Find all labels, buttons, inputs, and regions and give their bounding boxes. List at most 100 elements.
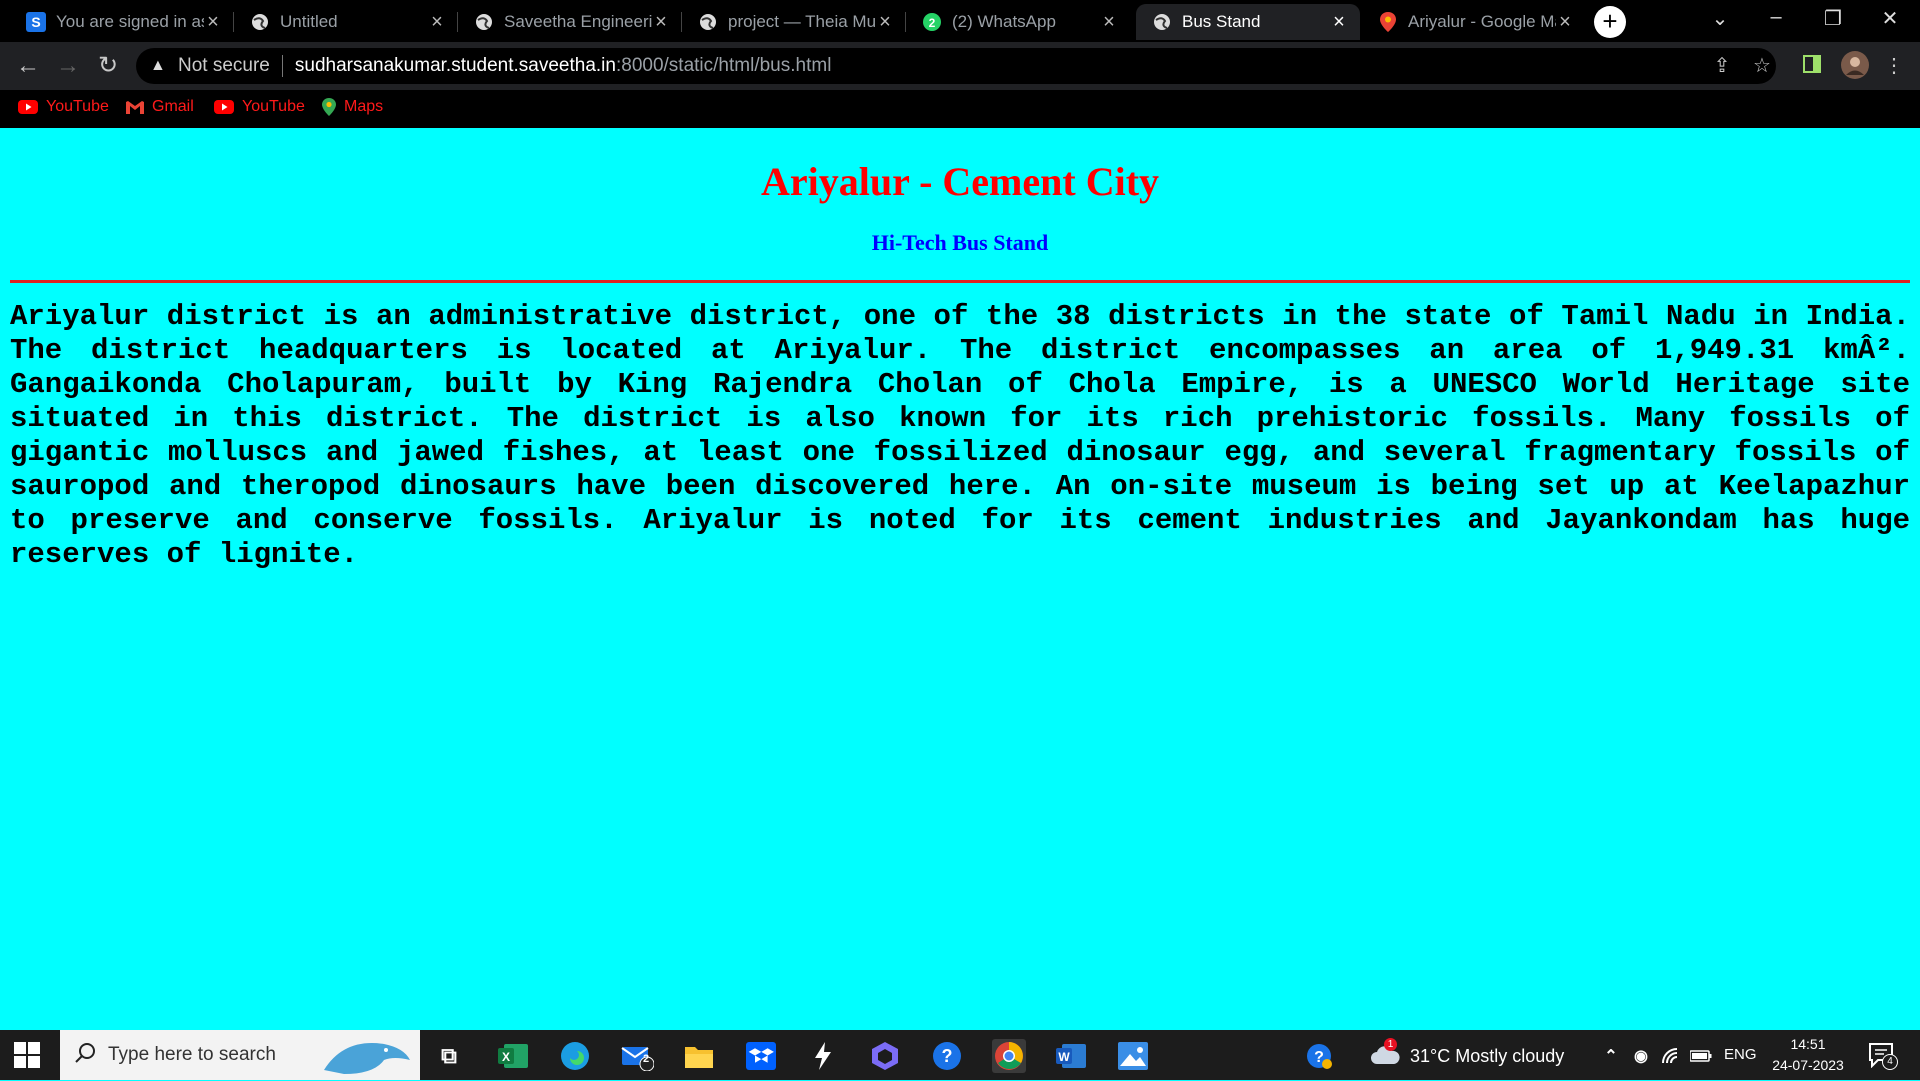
battery-icon[interactable] xyxy=(1684,1039,1718,1073)
page-title: Ariyalur - Cement City xyxy=(760,159,1160,204)
bookmark-label: YouTube xyxy=(46,98,109,115)
windows-taskbar: Type here to search ⧉ X 2 ? W ? 1 31°C M… xyxy=(0,1030,1920,1080)
mail-badge: 2 xyxy=(643,1053,650,1065)
close-icon[interactable]: × xyxy=(1330,11,1348,34)
warning-triangle-icon[interactable]: ▲ xyxy=(150,57,170,75)
wifi-icon[interactable] xyxy=(1654,1039,1688,1073)
side-panel-icon[interactable] xyxy=(1800,54,1824,78)
security-status[interactable]: Not secure xyxy=(178,55,270,77)
share-icon[interactable]: ⇪ xyxy=(1710,54,1734,78)
mail-icon[interactable]: 2 xyxy=(620,1039,654,1073)
windows-start-icon[interactable] xyxy=(14,1042,40,1068)
close-icon[interactable]: × xyxy=(204,11,222,34)
dropbox-icon[interactable] xyxy=(744,1039,778,1073)
close-icon[interactable]: × xyxy=(1100,11,1118,34)
tab-label: Saveetha Engineering xyxy=(504,12,652,31)
divider xyxy=(281,55,283,77)
forward-arrow-icon[interactable]: → xyxy=(54,52,82,80)
reload-icon[interactable]: ↻ xyxy=(94,52,122,80)
taskbar-search-input[interactable]: Type here to search xyxy=(60,1030,420,1080)
maps-pin-icon xyxy=(322,98,336,116)
close-icon[interactable]: × xyxy=(428,11,446,34)
bookmark-youtube-2[interactable]: YouTube xyxy=(214,98,305,116)
edge-icon[interactable] xyxy=(558,1039,592,1073)
whatsapp-icon: 2 xyxy=(922,12,942,32)
search-highlight-dolphin-icon xyxy=(314,1030,414,1081)
tab-untitled[interactable]: Untitled × xyxy=(234,4,458,40)
web-page: Ariyalur - Cement City Hi-Tech Bus Stand… xyxy=(0,128,1920,1030)
youtube-icon xyxy=(18,100,38,114)
tab-signed-in[interactable]: S You are signed in as 2 × xyxy=(10,4,234,40)
notification-center-icon[interactable]: 4 xyxy=(1868,1042,1898,1073)
svg-text:2: 2 xyxy=(929,16,936,30)
lightning-app-icon[interactable] xyxy=(806,1039,840,1073)
weather-badge: 1 xyxy=(1384,1038,1397,1051)
bookmark-maps[interactable]: Maps xyxy=(322,98,383,116)
address-bar[interactable]: ▲ Not secure sudharsanakumar.student.sav… xyxy=(136,48,1776,84)
bookmark-label: Maps xyxy=(344,98,384,115)
tab-google-maps[interactable]: Ariyalur - Google Ma × xyxy=(1362,4,1586,40)
globe-icon xyxy=(1152,12,1172,32)
weather-widget[interactable]: 1 31°C Mostly cloudy xyxy=(1370,1038,1565,1071)
browser-tab-bar: S You are signed in as 2 × Untitled × Sa… xyxy=(0,0,1920,42)
globe-icon xyxy=(250,12,270,32)
window-close-icon[interactable]: ✕ xyxy=(1870,6,1910,31)
district-description: Ariyalur district is an administrative d… xyxy=(10,300,1910,571)
s-logo-icon: S xyxy=(26,12,46,32)
svg-text:X: X xyxy=(502,1050,510,1064)
chrome-icon[interactable] xyxy=(992,1039,1026,1073)
restore-icon[interactable]: ❐ xyxy=(1813,6,1853,31)
url-path[interactable]: :8000/static/html/bus.html xyxy=(616,55,831,77)
tab-bus-stand[interactable]: Bus Stand × xyxy=(1136,4,1360,40)
tab-project-theia[interactable]: project — Theia Multi × xyxy=(682,4,906,40)
help-icon[interactable]: ? xyxy=(930,1039,964,1073)
clock-time: 14:51 xyxy=(1790,1036,1826,1052)
file-explorer-icon[interactable] xyxy=(682,1039,716,1073)
close-icon[interactable]: × xyxy=(1556,11,1574,34)
svg-text:S: S xyxy=(31,14,40,30)
language-indicator[interactable]: ENG xyxy=(1724,1046,1757,1063)
globe-icon xyxy=(474,12,494,32)
photos-icon[interactable] xyxy=(1116,1039,1150,1073)
minimize-icon[interactable]: – xyxy=(1756,6,1796,29)
tab-whatsapp[interactable]: 2 (2) WhatsApp × xyxy=(906,4,1130,40)
browser-toolbar: ← → ↻ ▲ Not secure sudharsanakumar.stude… xyxy=(0,42,1920,90)
avatar[interactable] xyxy=(1840,50,1870,80)
tab-label: Untitled xyxy=(280,12,338,31)
url-host[interactable]: sudharsanakumar.student.saveetha.in xyxy=(295,55,616,77)
back-arrow-icon[interactable]: ← xyxy=(14,52,42,80)
gmail-icon xyxy=(126,100,144,114)
clock-date: 24-07-2023 xyxy=(1772,1057,1844,1073)
horizontal-rule xyxy=(10,280,1910,283)
help-tray-icon[interactable]: ? xyxy=(1302,1039,1336,1073)
task-view-icon[interactable]: ⧉ xyxy=(432,1039,466,1073)
maps-pin-icon xyxy=(1378,12,1398,32)
tab-label: You are signed in as 2 xyxy=(56,12,204,31)
svg-text:W: W xyxy=(1058,1050,1070,1064)
tab-search-chevron-icon[interactable]: ⌄ xyxy=(1700,6,1740,31)
close-icon[interactable]: × xyxy=(652,11,670,34)
tab-label: Ariyalur - Google Ma xyxy=(1408,12,1556,31)
notification-count: 4 xyxy=(1882,1054,1898,1070)
word-icon[interactable]: W xyxy=(1054,1039,1088,1073)
new-tab-button[interactable]: + xyxy=(1594,6,1626,38)
close-icon[interactable]: × xyxy=(876,11,894,34)
chevron-up-icon[interactable]: ⌃ xyxy=(1594,1039,1628,1073)
tab-saveetha[interactable]: Saveetha Engineering × xyxy=(458,4,682,40)
bookmark-gmail[interactable]: Gmail xyxy=(126,98,194,116)
menu-kebab-icon[interactable]: ⋮ xyxy=(1882,54,1906,78)
page-subtitle: Hi-Tech Bus Stand xyxy=(871,230,1049,255)
excel-icon[interactable]: X xyxy=(496,1039,530,1073)
cortana-hex-icon[interactable] xyxy=(868,1039,902,1073)
cloud-icon: 1 xyxy=(1370,1038,1400,1071)
bookmarks-bar: YouTube Gmail YouTube Maps xyxy=(0,90,1920,128)
search-icon xyxy=(74,1042,96,1069)
clock[interactable]: 14:51 24-07-2023 xyxy=(1766,1034,1850,1076)
bookmark-label: YouTube xyxy=(242,98,305,115)
bookmark-youtube[interactable]: YouTube xyxy=(18,98,109,116)
tab-label: project — Theia Multi xyxy=(728,12,876,31)
tab-label: Bus Stand xyxy=(1182,12,1261,31)
weather-text: 31°C Mostly cloudy xyxy=(1410,1046,1565,1066)
bookmark-star-icon[interactable]: ☆ xyxy=(1750,54,1774,78)
record-icon[interactable]: ◉ xyxy=(1624,1039,1658,1073)
